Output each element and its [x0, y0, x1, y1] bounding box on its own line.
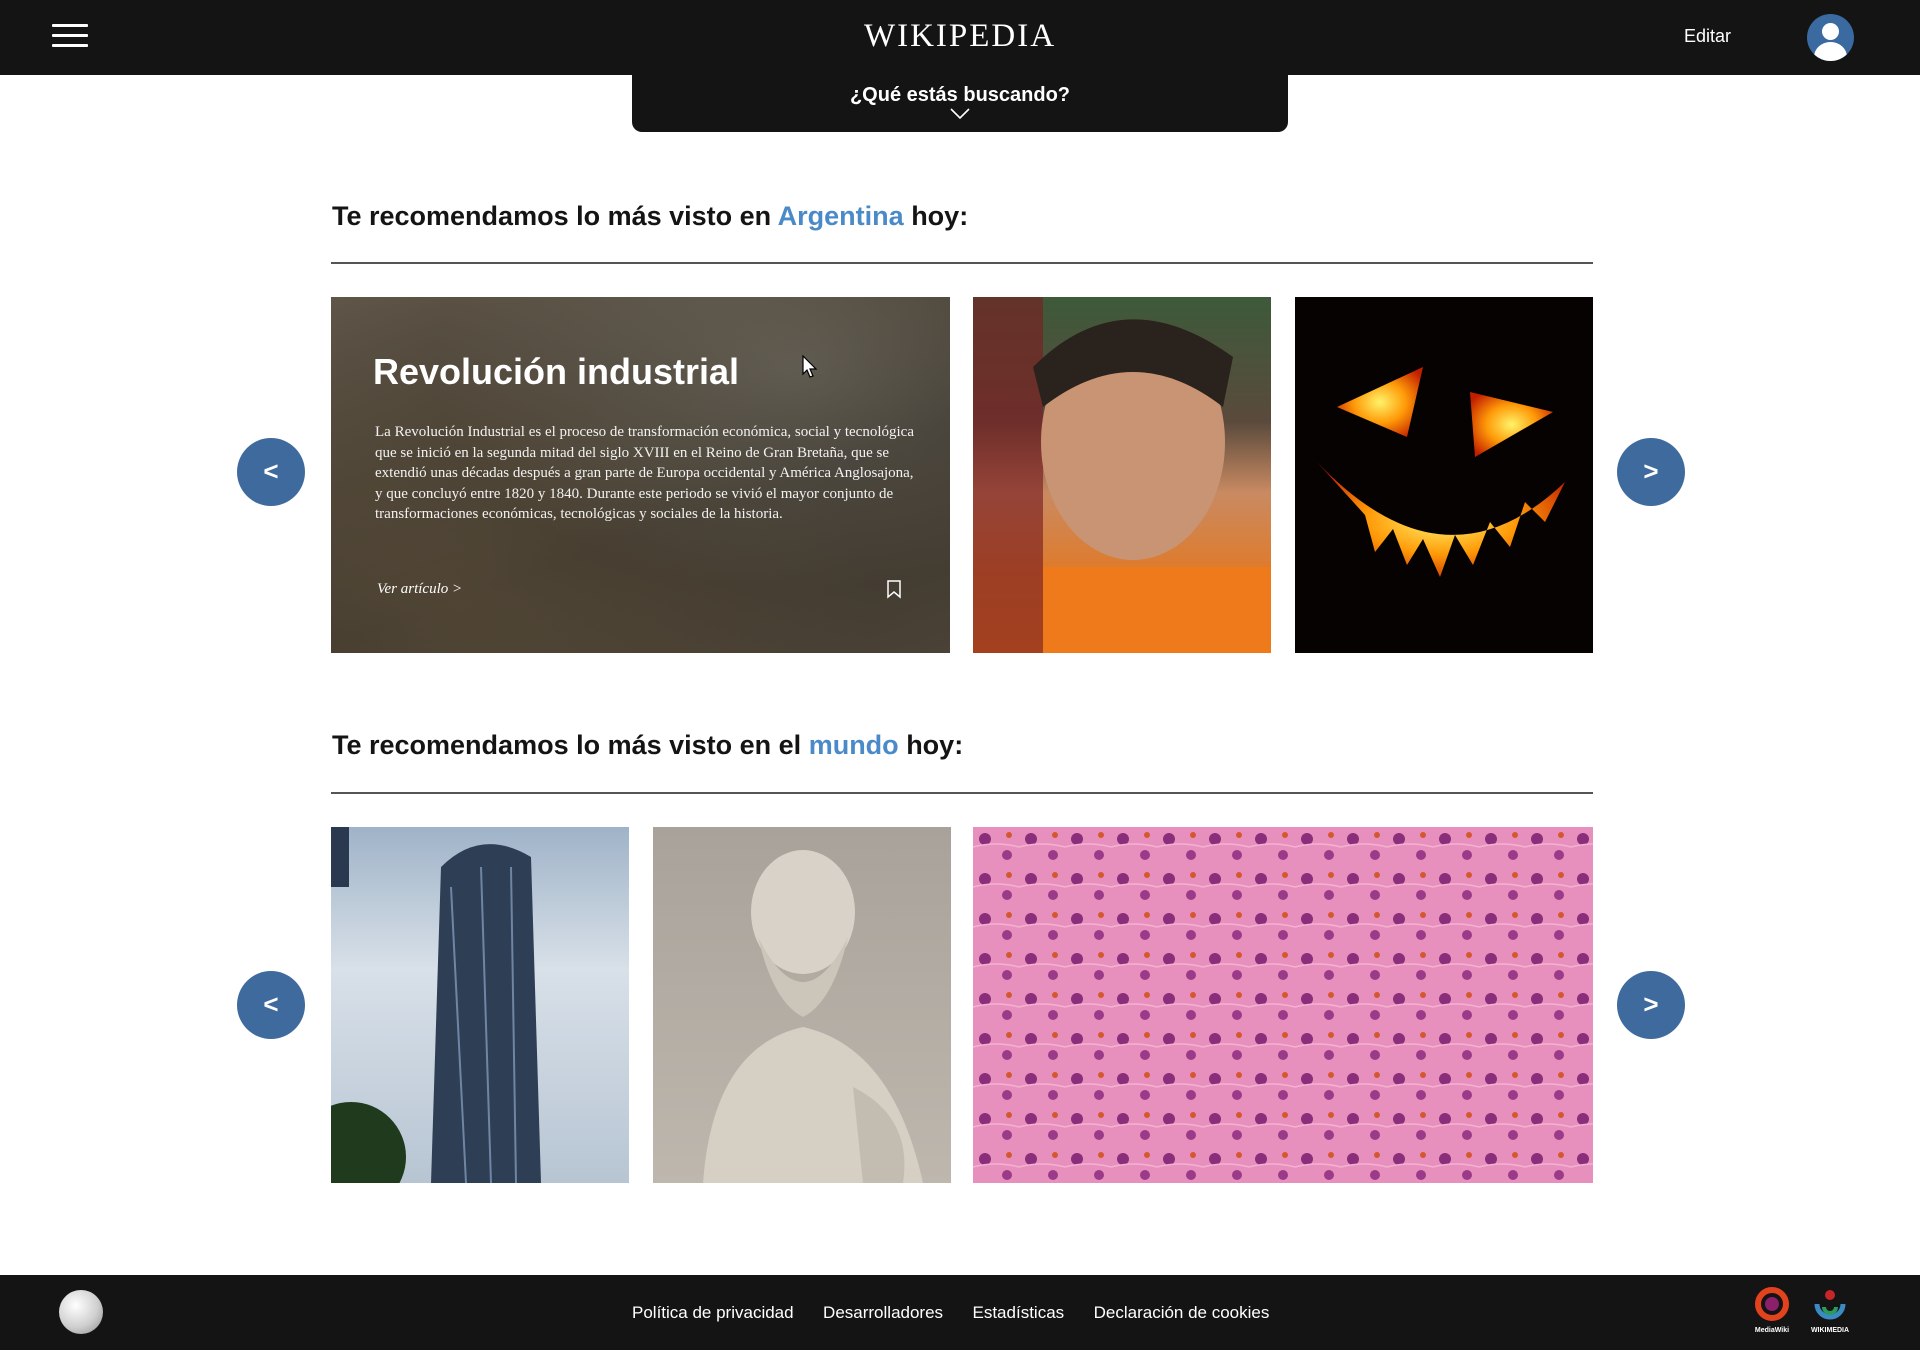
footballer-image: [973, 297, 1271, 653]
top-navigation-bar: WIKIPEDIA Editar: [0, 0, 1920, 75]
tower-image: [331, 827, 541, 1183]
carousel-prev-button[interactable]: <: [237, 438, 305, 506]
bookmark-icon[interactable]: [886, 580, 902, 599]
featured-article-description: La Revolución Industrial es el proceso d…: [375, 424, 914, 522]
article-thumbnail-pumpkin[interactable]: [1295, 297, 1593, 653]
mediawiki-logo-icon: [1755, 1287, 1789, 1321]
section-title-highlight[interactable]: mundo: [809, 730, 899, 760]
footer-bar: Política de privacidad Desarrolladores E…: [0, 1275, 1920, 1350]
article-thumbnail-tower[interactable]: [331, 827, 629, 1183]
section-divider: [331, 792, 1593, 794]
article-thumbnail-footballer[interactable]: [973, 297, 1271, 653]
mouse-cursor-icon: [802, 355, 818, 378]
wikimedia-logo-icon: [1814, 1290, 1846, 1320]
footer-link-cookies[interactable]: Declaración de cookies: [1094, 1303, 1270, 1322]
featured-article-card[interactable]: Revolución industrial La Revolución Indu…: [331, 297, 950, 653]
footer-links: Política de privacidad Desarrolladores E…: [632, 1303, 1294, 1323]
footer-link-statistics[interactable]: Estadísticas: [973, 1303, 1065, 1322]
section-title-world: Te recomendamos lo más visto en el mundo…: [332, 730, 963, 761]
section-title-prefix: Te recomendamos lo más visto en el: [332, 730, 802, 760]
wikipedia-logo[interactable]: WIKIPEDIA: [0, 18, 1920, 55]
footer-link-developers[interactable]: Desarrolladores: [823, 1303, 943, 1322]
footer-link-privacy[interactable]: Política de privacidad: [632, 1303, 794, 1322]
mediawiki-label: MediaWiki: [1754, 1327, 1790, 1334]
mediawiki-badge[interactable]: MediaWiki: [1752, 1287, 1792, 1334]
hamburger-menu-icon[interactable]: [52, 24, 88, 52]
section-title-argentina: Te recomendamos lo más visto en Argentin…: [332, 201, 968, 232]
view-article-link[interactable]: Ver artículo >: [377, 581, 462, 598]
carousel-prev-button[interactable]: <: [237, 971, 305, 1039]
section-divider: [331, 262, 1593, 264]
wikimedia-badge[interactable]: WIKIMEDIA: [1807, 1287, 1853, 1334]
statue-image: [703, 850, 923, 1183]
carousel-next-button[interactable]: >: [1617, 971, 1685, 1039]
histology-image: [973, 827, 1593, 1183]
section-title-suffix: hoy:: [906, 730, 964, 760]
section-title-prefix: Te recomendamos lo más visto en: [332, 201, 772, 231]
pumpkin-image: [1317, 367, 1565, 577]
chevron-down-icon: [950, 108, 970, 120]
wikimedia-label: WIKIMEDIA: [1810, 1327, 1850, 1334]
edit-button[interactable]: Editar: [1684, 26, 1731, 47]
article-thumbnail-histology[interactable]: [973, 827, 1593, 1183]
search-prompt: ¿Qué estás buscando?: [849, 84, 1071, 106]
carousel-next-button[interactable]: >: [1617, 438, 1685, 506]
user-avatar-icon[interactable]: [1807, 14, 1854, 61]
wikipedia-globe-icon[interactable]: [59, 1290, 103, 1334]
section-title-suffix: hoy:: [911, 201, 969, 231]
article-thumbnail-statue[interactable]: [653, 827, 951, 1183]
search-toggle[interactable]: ¿Qué estás buscando?: [632, 74, 1288, 132]
featured-article-title: Revolución industrial: [373, 351, 740, 392]
section-title-highlight[interactable]: Argentina: [778, 201, 904, 231]
